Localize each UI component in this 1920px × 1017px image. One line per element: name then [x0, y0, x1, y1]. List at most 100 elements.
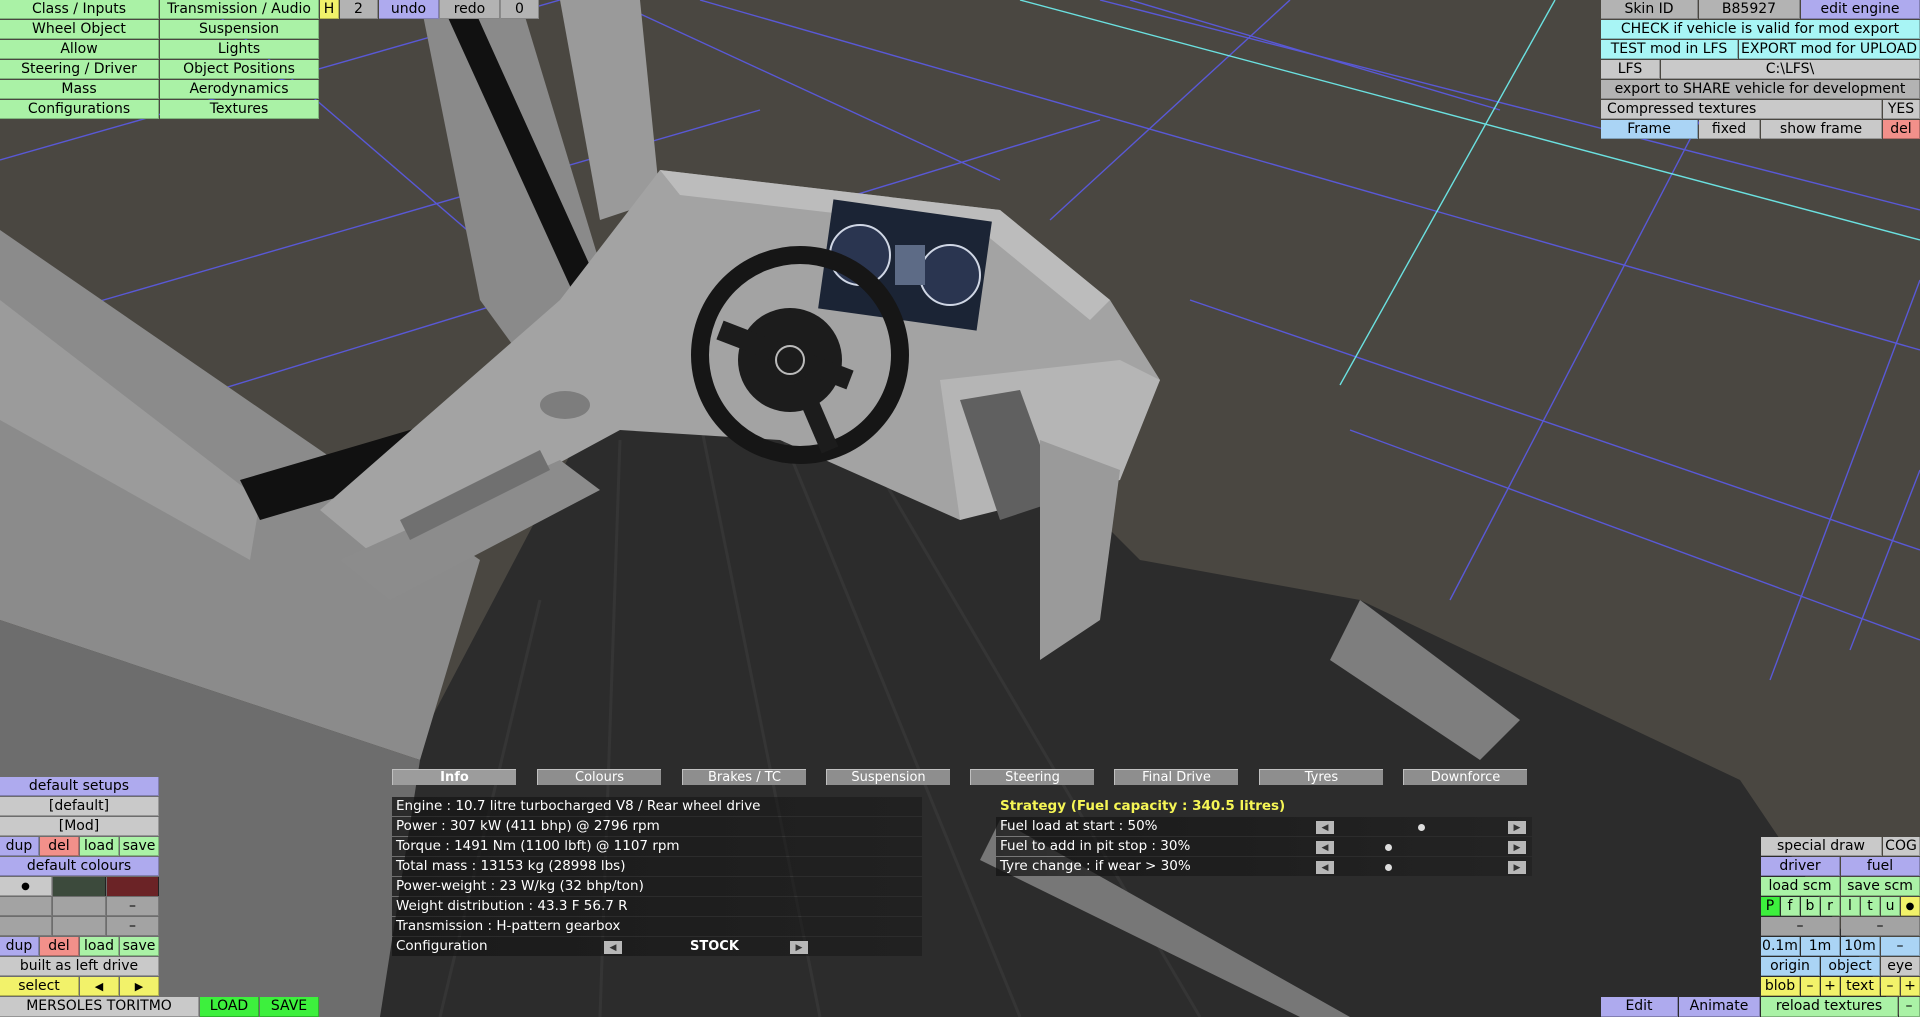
colour-dup-button[interactable]: dup	[0, 937, 39, 956]
fuel-pit-right-arrow[interactable]: ▶	[1508, 841, 1526, 854]
undo-button[interactable]: undo	[379, 0, 439, 19]
menu-mass[interactable]: Mass	[0, 80, 159, 99]
menu-configurations[interactable]: Configurations	[0, 100, 159, 119]
menu-suspension[interactable]: Suspension	[160, 20, 319, 39]
setup-del-button[interactable]: del	[40, 837, 79, 856]
text-button[interactable]: text	[1841, 977, 1880, 996]
blob-button[interactable]: blob	[1761, 977, 1800, 996]
view-toggle-p[interactable]: P	[1761, 897, 1780, 916]
configuration-next-arrow[interactable]: ▶	[790, 941, 808, 954]
reload-textures-button[interactable]: reload textures	[1761, 997, 1898, 1017]
fuel-start-right-arrow[interactable]: ▶	[1508, 821, 1526, 834]
tyre-change-right-arrow[interactable]: ▶	[1508, 861, 1526, 874]
cog-button[interactable]: COG	[1883, 837, 1920, 856]
export-mod-button[interactable]: EXPORT mod for UPLOAD	[1739, 40, 1920, 59]
object-button[interactable]: object	[1821, 957, 1880, 976]
menu-allow[interactable]: Allow	[0, 40, 159, 59]
colour-slot-4[interactable]	[0, 917, 52, 936]
text-minus-button[interactable]: –	[1881, 977, 1900, 996]
menu-aerodynamics[interactable]: Aerodynamics	[160, 80, 319, 99]
driver-button[interactable]: driver	[1761, 857, 1840, 876]
colour-load-button[interactable]: load	[80, 937, 119, 956]
load-scm-button[interactable]: load scm	[1761, 877, 1840, 896]
fuel-start-slider[interactable]	[1418, 824, 1425, 831]
colour-swatch-2[interactable]	[107, 877, 159, 896]
redo-button[interactable]: redo	[440, 0, 500, 19]
step-minus-button[interactable]: –	[1881, 937, 1920, 956]
step-1m-button[interactable]: 1m	[1801, 937, 1840, 956]
blob-minus-button[interactable]: –	[1801, 977, 1820, 996]
animate-mode-button[interactable]: Animate	[1679, 997, 1760, 1017]
view-dash-1[interactable]: –	[1761, 917, 1840, 936]
fuel-pit-left-arrow[interactable]: ◀	[1316, 841, 1334, 854]
fuel-button[interactable]: fuel	[1841, 857, 1920, 876]
colour-slot-1[interactable]	[0, 897, 52, 916]
setup-save-button[interactable]: save	[120, 837, 159, 856]
colour-slot-6[interactable]: –	[107, 917, 159, 936]
frame-button[interactable]: Frame	[1601, 120, 1698, 139]
colour-slot-2[interactable]	[53, 897, 106, 916]
tab-steering[interactable]: Steering	[970, 769, 1094, 785]
check-valid-button[interactable]: CHECK if vehicle is valid for mod export	[1601, 20, 1920, 39]
lfs-path[interactable]: C:\LFS\	[1661, 60, 1920, 79]
select-prev-button[interactable]: ◀	[80, 977, 119, 996]
setup-mod[interactable]: [Mod]	[0, 817, 159, 836]
eye-button[interactable]: eye	[1881, 957, 1920, 976]
setup-load-button[interactable]: load	[80, 837, 119, 856]
tab-info[interactable]: Info	[392, 769, 516, 785]
colour-save-button[interactable]: save	[120, 937, 159, 956]
select-next-button[interactable]: ▶	[120, 977, 159, 996]
view-toggle-dot[interactable]: ●	[1901, 897, 1920, 916]
tab-final-drive[interactable]: Final Drive	[1114, 769, 1238, 785]
view-dash-2[interactable]: –	[1841, 917, 1920, 936]
tab-brakes-tc[interactable]: Brakes / TC	[682, 769, 806, 785]
built-as-left-drive-toggle[interactable]: built as left drive	[0, 957, 159, 976]
3d-viewport[interactable]	[0, 0, 1920, 1017]
view-toggle-l[interactable]: l	[1841, 897, 1860, 916]
menu-textures[interactable]: Textures	[160, 100, 319, 119]
origin-button[interactable]: origin	[1761, 957, 1820, 976]
setup-default[interactable]: [default]	[0, 797, 159, 816]
fuel-start-left-arrow[interactable]: ◀	[1316, 821, 1334, 834]
view-toggle-u[interactable]: u	[1881, 897, 1900, 916]
default-colours-button[interactable]: default colours	[0, 857, 159, 876]
tab-downforce[interactable]: Downforce	[1403, 769, 1527, 785]
tab-suspension[interactable]: Suspension	[826, 769, 950, 785]
view-toggle-t[interactable]: t	[1861, 897, 1880, 916]
tyre-change-left-arrow[interactable]: ◀	[1316, 861, 1334, 874]
menu-wheel-object[interactable]: Wheel Object	[0, 20, 159, 39]
menu-object-positions[interactable]: Object Positions	[160, 60, 319, 79]
menu-class-inputs[interactable]: Class / Inputs	[0, 0, 159, 19]
colour-slot-3[interactable]: –	[107, 897, 159, 916]
colour-slot-selected[interactable]: ●	[0, 877, 52, 896]
edit-engine-button[interactable]: edit engine	[1801, 0, 1920, 19]
vehicle-save-button[interactable]: SAVE	[260, 997, 319, 1017]
frame-fixed-toggle[interactable]: fixed	[1699, 120, 1760, 139]
tab-tyres[interactable]: Tyres	[1259, 769, 1383, 785]
history-h-toggle[interactable]: H	[320, 0, 339, 19]
tab-colours[interactable]: Colours	[537, 769, 661, 785]
compressed-textures-toggle[interactable]: YES	[1883, 100, 1920, 119]
test-mod-button[interactable]: TEST mod in LFS	[1601, 40, 1738, 59]
frame-delete-button[interactable]: del	[1883, 120, 1920, 139]
tyre-change-slider[interactable]	[1384, 864, 1392, 871]
colour-slot-5[interactable]	[53, 917, 106, 936]
special-draw-button[interactable]: special draw	[1761, 837, 1882, 856]
blob-plus-button[interactable]: +	[1821, 977, 1840, 996]
reload-minus-button[interactable]: –	[1899, 997, 1920, 1017]
menu-steering-driver[interactable]: Steering / Driver	[0, 60, 159, 79]
step-0-1m-button[interactable]: 0.1m	[1761, 937, 1800, 956]
show-frame-button[interactable]: show frame	[1761, 120, 1882, 139]
view-toggle-f[interactable]: f	[1781, 897, 1800, 916]
menu-lights[interactable]: Lights	[160, 40, 319, 59]
colour-swatch-1[interactable]	[53, 877, 106, 896]
menu-transmission-audio[interactable]: Transmission / Audio	[160, 0, 319, 19]
view-toggle-r[interactable]: r	[1821, 897, 1840, 916]
colour-del-button[interactable]: del	[40, 937, 79, 956]
export-share-button[interactable]: export to SHARE vehicle for development	[1601, 80, 1920, 99]
fuel-pit-slider[interactable]	[1384, 844, 1392, 851]
step-10m-button[interactable]: 10m	[1841, 937, 1880, 956]
text-plus-button[interactable]: +	[1901, 977, 1920, 996]
select-button[interactable]: select	[0, 977, 79, 996]
configuration-prev-arrow[interactable]: ◀	[604, 941, 622, 954]
